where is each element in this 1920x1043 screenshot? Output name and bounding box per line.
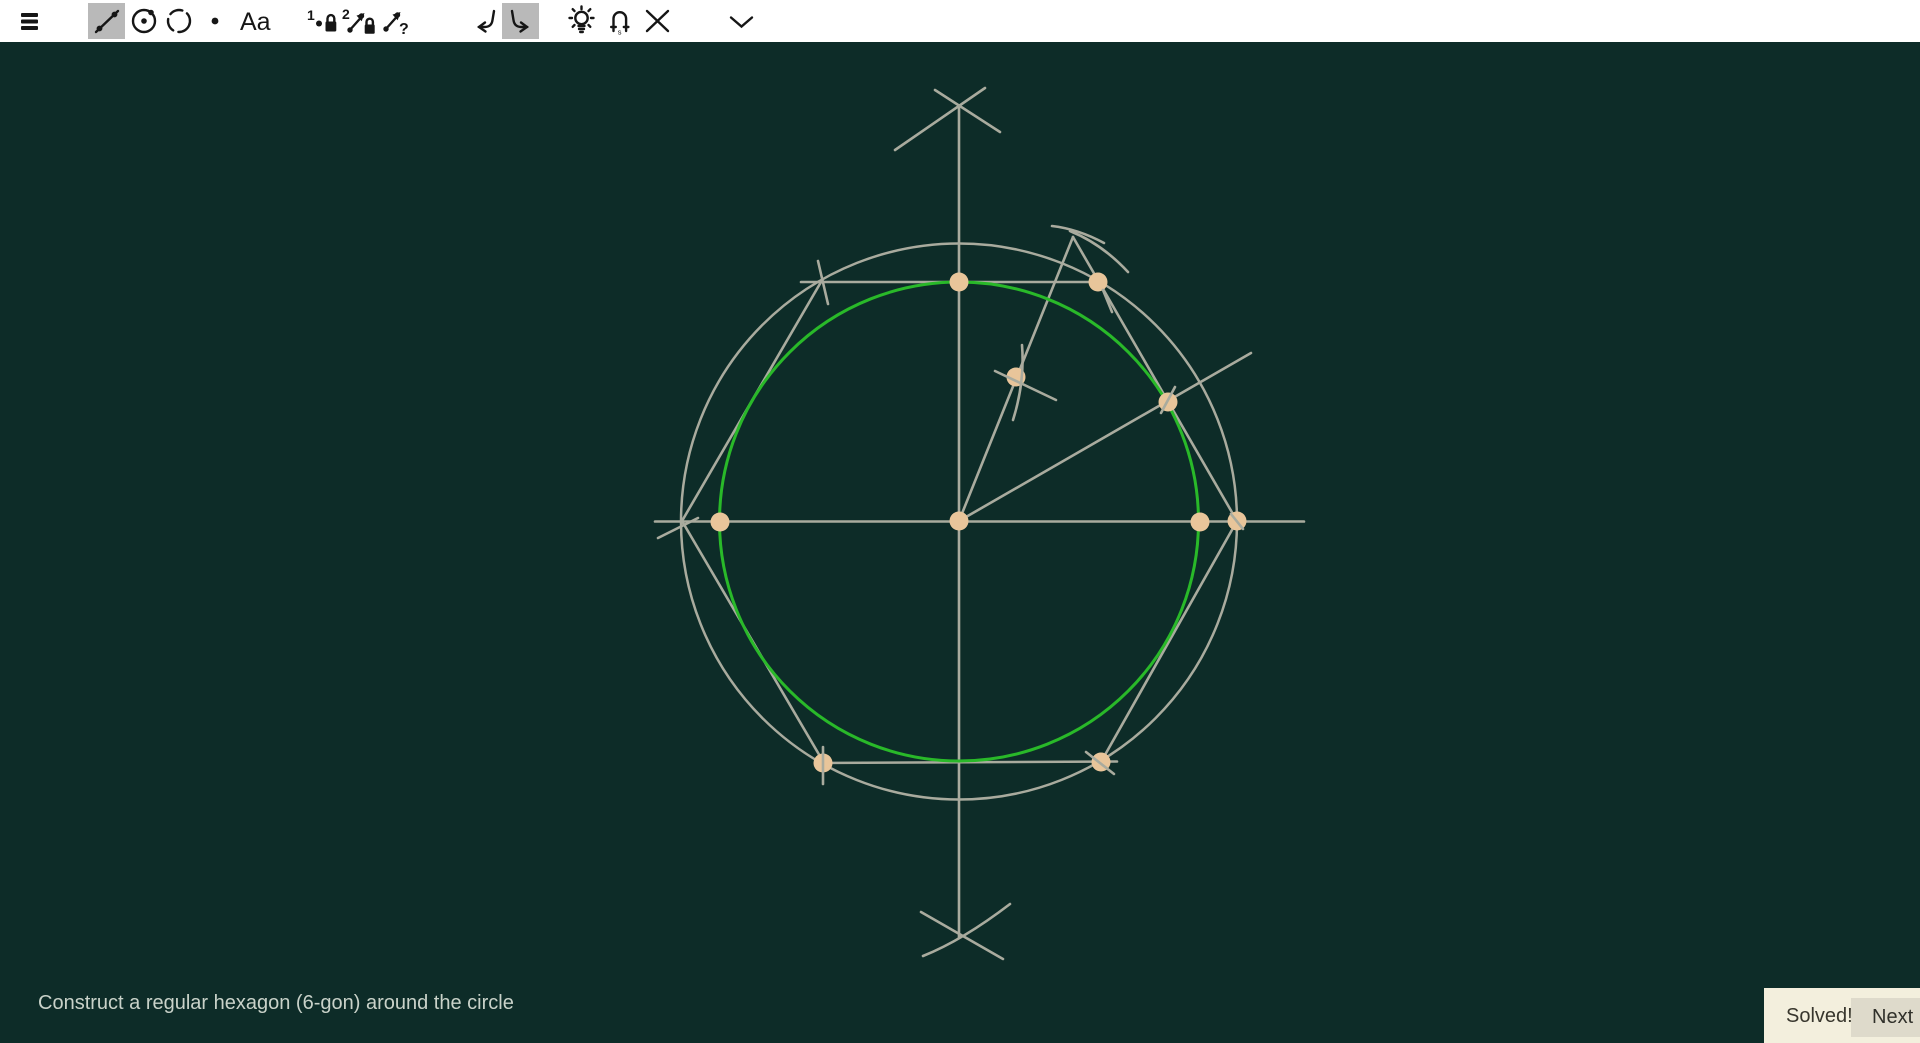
- geometry-app: Aa 1 2: [0, 0, 1920, 1043]
- hint-button[interactable]: [563, 3, 600, 39]
- svg-text:?: ?: [399, 21, 409, 38]
- point-vertex-60[interactable]: [1089, 273, 1108, 292]
- text-tool-glyph: Aa: [240, 8, 271, 36]
- compass-tool-icon: [161, 3, 197, 39]
- circle-tool-button[interactable]: [125, 3, 162, 39]
- point-circle-right[interactable]: [1191, 513, 1210, 532]
- compass-tool-button[interactable]: [160, 3, 197, 39]
- undo-icon: [467, 3, 504, 39]
- magnet-snap-button[interactable]: s: [601, 3, 638, 39]
- toolbar: Aa 1 2: [0, 0, 1920, 42]
- lock-icon: [328, 15, 335, 21]
- point-tool-button[interactable]: [196, 3, 233, 39]
- task-prompt: Construct a regular hexagon (6-gon) arou…: [38, 992, 514, 1015]
- redo-button[interactable]: [502, 3, 539, 39]
- next-button[interactable]: Next: [1851, 998, 1920, 1037]
- collapse-toolbar-button[interactable]: [723, 3, 760, 39]
- solved-status-label: Solved!: [1786, 1005, 1853, 1028]
- text-tool-icon: Aa: [235, 3, 275, 39]
- menu-button[interactable]: [11, 3, 48, 39]
- segment-tool-button[interactable]: [88, 3, 125, 39]
- text-tool-button[interactable]: Aa: [235, 3, 275, 39]
- undo-button[interactable]: [467, 3, 504, 39]
- svg-text:2: 2: [342, 6, 350, 22]
- chevron-down-icon: [723, 3, 760, 39]
- variant-unknown-button[interactable]: ?: [378, 3, 418, 39]
- point-top-tangent[interactable]: [950, 273, 969, 292]
- hint-bulb-icon: [563, 3, 600, 39]
- clear-button[interactable]: [639, 3, 676, 39]
- svg-text:s: s: [618, 28, 622, 37]
- point-center[interactable]: [950, 512, 969, 531]
- segment-tool-icon: [89, 3, 125, 39]
- point-circle-left[interactable]: [711, 513, 730, 532]
- close-icon: [639, 3, 676, 39]
- variant-1-locked-button[interactable]: 1: [304, 3, 341, 39]
- variant-2-locked-button[interactable]: 2: [340, 3, 380, 39]
- redo-icon: [502, 3, 539, 39]
- variant-1-locked-icon: 1: [304, 3, 341, 39]
- variant-2-locked-icon: 2: [340, 3, 380, 39]
- menu-icon: [16, 6, 44, 36]
- variant-unknown-icon: ?: [378, 3, 418, 39]
- lock-icon: [367, 19, 373, 25]
- point-tool-icon: [197, 3, 233, 39]
- construction-canvas[interactable]: [0, 0, 1920, 1043]
- solved-panel: Solved! Next: [1764, 988, 1920, 1043]
- svg-text:1: 1: [307, 7, 315, 23]
- magnet-snap-icon: s: [601, 3, 638, 39]
- circle-tool-icon: [126, 3, 162, 39]
